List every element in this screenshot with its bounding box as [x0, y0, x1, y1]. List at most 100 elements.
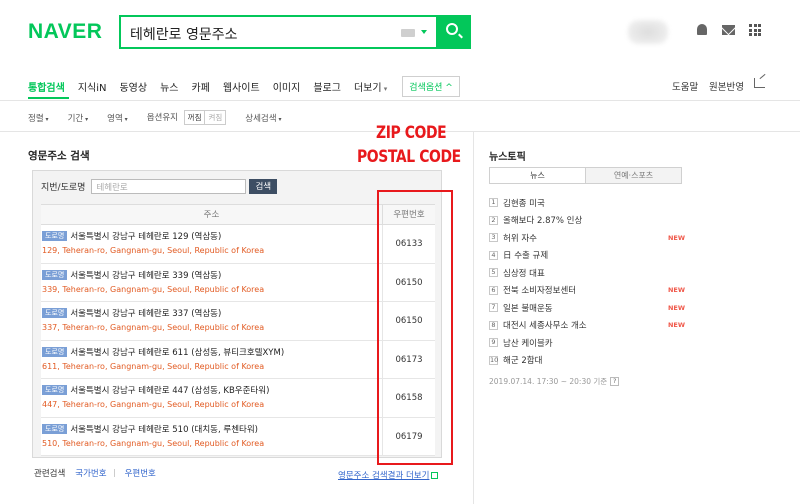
more-results-label[interactable]: 영문주소 검색결과 더보기 — [338, 471, 429, 481]
tab-blog[interactable]: 블로그 — [313, 79, 341, 94]
address-search-button[interactable]: 검색 — [249, 179, 278, 194]
address-cell: 도로명 서울특별시 강남구 테헤란로 337 (역삼동) 337, Teheran-… — [41, 302, 383, 340]
korean-address-text[interactable]: 서울특별시 강남구 테헤란로 129 (역삼동) — [70, 230, 221, 242]
tab-website[interactable]: 웹사이트 — [223, 79, 260, 94]
news-item-text[interactable]: 허위 자수 — [503, 232, 537, 244]
detail-search[interactable]: 상세검색 — [245, 112, 281, 124]
korean-address-text[interactable]: 서울특별시 강남구 테헤란로 337 (역삼동) — [70, 307, 221, 319]
korean-address-text[interactable]: 서울특별시 강남구 테헤란로 447 (삼성동, KB우준타워) — [70, 384, 269, 396]
toggle-off[interactable]: 꺼짐 — [184, 111, 206, 124]
tab-cafe[interactable]: 카페 — [192, 79, 210, 94]
search-icon — [446, 23, 458, 35]
table-row: 도로명 서울특별시 강남구 테헤란로 339 (역삼동) 339, Teheran-… — [41, 263, 435, 302]
news-item[interactable]: 7 일본 불매운동 NEW — [489, 299, 685, 317]
chevron-down-icon[interactable] — [421, 30, 427, 34]
road-name-badge: 도로명 — [42, 423, 68, 434]
news-item-text[interactable]: 日 수출 규제 — [503, 249, 548, 261]
news-item-text[interactable]: 심상정 대표 — [503, 267, 545, 279]
news-timestamp-text: 2019.07.14. 17:30 ~ 20:30 기준 — [489, 377, 608, 386]
korean-address[interactable]: 도로명 서울특별시 강남구 테헤란로 611 (삼성동, 뷰티크호텔XYM) — [42, 346, 382, 358]
feedback-link[interactable]: 원본반영 — [709, 79, 744, 93]
english-address[interactable]: 337, Teheran-ro, Gangnam-gu, Seoul, Repu… — [42, 323, 382, 332]
help-link[interactable]: 도움말 — [672, 79, 698, 93]
english-address[interactable]: 339, Teheran-ro, Gangnam-gu, Seoul, Repu… — [42, 285, 382, 294]
english-address[interactable]: 447, Teheran-ro, Gangnam-gu, Seoul, Repu… — [42, 400, 382, 409]
related-link-zip[interactable]: 우편번호 — [125, 467, 156, 479]
naver-logo[interactable]: NAVER — [28, 20, 102, 44]
keyboard-icon[interactable] — [401, 29, 415, 37]
search-options-button[interactable]: 검색옵션 ^ — [402, 75, 460, 97]
korean-address[interactable]: 도로명 서울특별시 강남구 테헤란로 447 (삼성동, KB우준타워) — [42, 384, 382, 396]
keep-option: 옵션유지 꺼짐 켜짐 — [147, 110, 227, 125]
news-item[interactable]: 5 심상정 대표 — [489, 264, 685, 282]
address-cell: 도로명 서울특별시 강남구 테헤란로 611 (삼성동, 뷰티크호텔XYM) 611… — [41, 340, 383, 378]
news-item-text[interactable]: 대전시 세종사무소 개소 — [503, 319, 587, 331]
english-address[interactable]: 611, Teheran-ro, Gangnam-gu, Seoul, Repu… — [42, 362, 382, 371]
korean-address[interactable]: 도로명 서울특별시 강남구 테헤란로 510 (대치동, 루첸타워) — [42, 423, 382, 435]
annotation-highlight-box — [377, 190, 453, 465]
korean-address-text[interactable]: 서울특별시 강남구 테헤란로 339 (역삼동) — [70, 269, 221, 281]
news-item-text[interactable]: 올해보다 2.87% 인상 — [503, 214, 582, 226]
sort-filter[interactable]: 정렬 — [28, 112, 49, 124]
related-search: 관련검색 국가번호 우편번호 — [34, 467, 156, 479]
related-label: 관련검색 — [34, 469, 66, 479]
search-input[interactable]: 테헤란로 영문주소 — [130, 24, 238, 44]
related-link-country-code[interactable]: 국가번호 — [75, 467, 106, 479]
news-item[interactable]: 6 전북 소비자정보센터 NEW — [489, 282, 685, 300]
news-topic-list: 1 김현종 미국 2 올해보다 2.87% 인상 3 허위 자수 NEW 4 日 수출 규제 5 심… — [489, 194, 685, 369]
korean-address-text[interactable]: 서울특별시 강남구 테헤란로 510 (대치동, 루첸타워) — [70, 423, 258, 435]
bell-icon[interactable] — [697, 24, 707, 35]
tab-kin[interactable]: 지식iN — [78, 79, 107, 94]
news-item[interactable]: 4 日 수출 규제 — [489, 247, 685, 265]
address-cell: 도로명 서울특별시 강남구 테헤란로 129 (역삼동) 129, Teheran-… — [41, 225, 383, 263]
news-item-text[interactable]: 해군 2함대 — [503, 354, 542, 366]
news-item-text[interactable]: 일본 불매운동 — [503, 302, 553, 314]
tab-news[interactable]: 뉴스 — [160, 79, 178, 94]
korean-address[interactable]: 도로명 서울특별시 강남구 테헤란로 129 (역삼동) — [42, 230, 382, 242]
news-item[interactable]: 1 김현종 미국 — [489, 194, 685, 212]
news-item-text[interactable]: 전북 소비자정보센터 — [503, 284, 576, 296]
apps-grid-icon[interactable] — [749, 24, 761, 36]
section-title: 영문주소 검색 — [28, 150, 90, 162]
period-filter[interactable]: 기간 — [68, 112, 89, 124]
tab-integrated[interactable]: 통합검색 — [28, 79, 65, 94]
new-badge: NEW — [667, 286, 685, 295]
news-item-text[interactable]: 남산 케이블카 — [503, 337, 553, 349]
news-timestamp: 2019.07.14. 17:30 ~ 20:30 기준 ? — [489, 376, 620, 387]
english-address[interactable]: 129, Teheran-ro, Gangnam-gu, Seoul, Repu… — [42, 246, 382, 255]
news-topic-tabs: 뉴스 연예·스포츠 — [489, 167, 682, 184]
more-results-link[interactable]: 영문주소 검색결과 더보기 — [338, 469, 439, 481]
news-item[interactable]: 10 해군 2함대 — [489, 352, 685, 370]
address-input[interactable]: 테헤란로 — [91, 179, 247, 194]
news-item[interactable]: 3 허위 자수 NEW — [489, 229, 685, 247]
toggle-on[interactable]: 켜짐 — [205, 111, 225, 124]
road-name-badge: 도로명 — [42, 385, 68, 395]
help-icon[interactable]: ? — [610, 377, 620, 386]
korean-address-text[interactable]: 서울특별시 강남구 테헤란로 611 (삼성동, 뷰티크호텔XYM) — [70, 346, 284, 358]
search-button[interactable] — [436, 15, 471, 49]
news-tab-news[interactable]: 뉴스 — [490, 168, 585, 183]
korean-address[interactable]: 도로명 서울특별시 강남구 테헤란로 337 (역삼동) — [42, 307, 382, 319]
rank-number: 5 — [489, 268, 498, 278]
english-address[interactable]: 510, Teheran-ro, Gangnam-gu, Seoul, Repu… — [42, 439, 382, 448]
tab-video[interactable]: 동영상 — [119, 79, 147, 94]
avatar[interactable] — [628, 20, 668, 44]
search-box[interactable]: 테헤란로 영문주소 — [119, 15, 471, 49]
table-row: 도로명 서울특별시 강남구 테헤란로 611 (삼성동, 뷰티크호텔XYM) 611… — [41, 340, 435, 379]
news-item[interactable]: 2 올해보다 2.87% 인상 — [489, 212, 685, 230]
rank-number: 1 — [489, 198, 498, 208]
mail-icon[interactable] — [722, 25, 735, 35]
news-item[interactable]: 9 남산 케이블카 — [489, 334, 685, 352]
news-item[interactable]: 8 대전시 세종사무소 개소 NEW — [489, 317, 685, 335]
news-topic-title: 뉴스토픽 — [489, 152, 526, 163]
annotation-zip-code: ZIP CODE — [376, 123, 447, 143]
news-tab-entertainment[interactable]: 연예·스포츠 — [585, 168, 681, 183]
news-item-text[interactable]: 김현종 미국 — [503, 197, 545, 209]
keep-option-toggle[interactable]: 꺼짐 켜짐 — [183, 110, 227, 125]
korean-address[interactable]: 도로명 서울특별시 강남구 테헤란로 339 (역삼동) — [42, 269, 382, 281]
tab-image[interactable]: 이미지 — [273, 79, 301, 94]
share-icon[interactable] — [754, 78, 765, 88]
filter-bar: 정렬 기간 영역 옵션유지 꺼짐 켜짐 상세검색 — [28, 110, 301, 125]
area-filter[interactable]: 영역 — [107, 112, 128, 124]
tab-more[interactable]: 더보기 — [354, 79, 387, 94]
